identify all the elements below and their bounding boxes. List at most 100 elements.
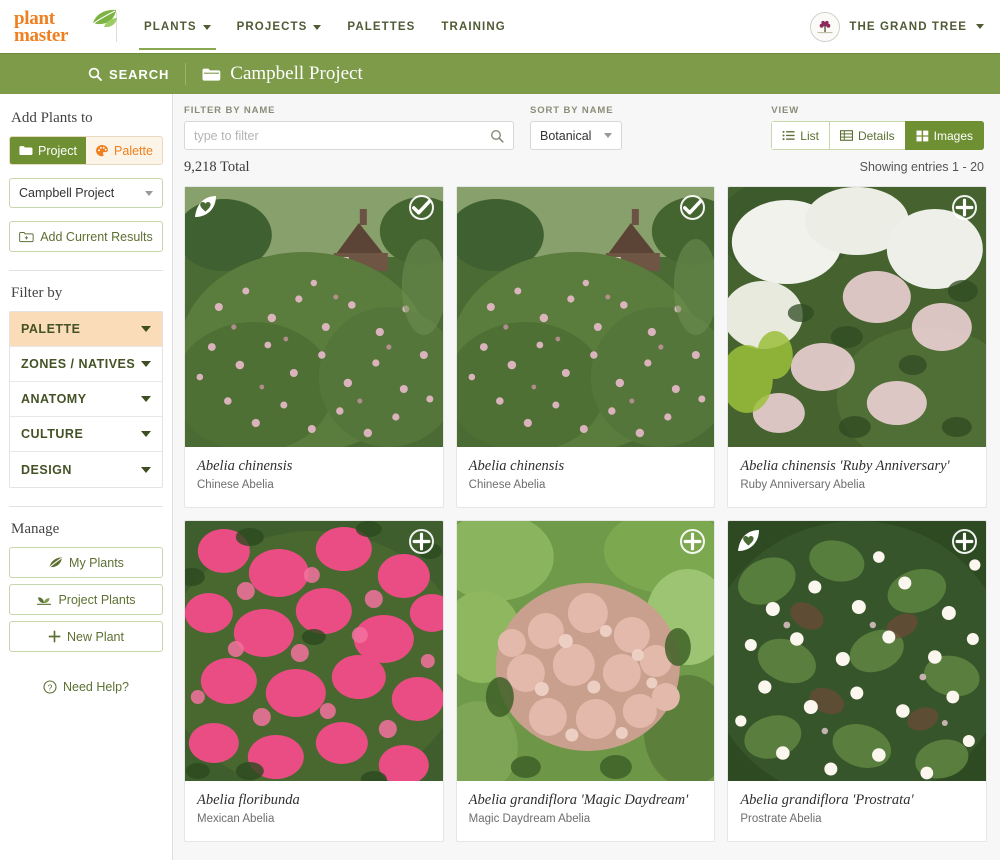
view-button-images[interactable]: Images bbox=[904, 121, 984, 150]
filter-category-palette-label: PALETTE bbox=[21, 322, 81, 336]
main-content: FILTER BY NAME SORT BY NAME Botanical bbox=[173, 94, 1000, 860]
nav-item-plants-label: PLANTS bbox=[144, 21, 197, 33]
toggle-project-label: Project bbox=[38, 143, 77, 158]
view-button-images-label: Images bbox=[933, 128, 973, 143]
avatar bbox=[810, 11, 841, 42]
view-button-list[interactable]: List bbox=[771, 121, 829, 150]
add-to-project-badge[interactable] bbox=[680, 529, 706, 554]
add-target-toggle: Project Palette bbox=[9, 136, 163, 165]
plus-icon bbox=[683, 532, 702, 551]
plant-photo bbox=[185, 521, 443, 781]
chevron-down-icon bbox=[141, 466, 151, 473]
results-counts: 9,218 Total Showing entries 1 - 20 bbox=[173, 150, 1000, 176]
plant-botanical-name: Abelia chinensis bbox=[197, 458, 293, 474]
plant-card[interactable]: Abelia chinensis Chinese Abelia bbox=[184, 186, 444, 508]
nav-item-palettes-label: PALETTES bbox=[347, 21, 416, 33]
plant-botanical-name: Abelia grandiflora 'Magic Daydream' bbox=[468, 792, 689, 808]
project-select[interactable]: Campbell Project bbox=[9, 178, 163, 208]
plant-common-name: Ruby Anniversary Abelia bbox=[740, 479, 865, 491]
toggle-palette[interactable]: Palette bbox=[86, 137, 162, 164]
search-input-wrapper[interactable] bbox=[184, 121, 514, 150]
add-to-project-badge[interactable] bbox=[680, 195, 706, 220]
chevron-down-icon bbox=[141, 431, 151, 437]
need-help-label: Need Help? bbox=[62, 680, 129, 694]
plant-card[interactable]: Abelia floribunda Mexican Abelia bbox=[184, 520, 444, 842]
nav-item-plants[interactable]: PLANTS bbox=[131, 3, 224, 50]
plus-icon bbox=[955, 532, 974, 551]
view-toggle-group: List Details Images bbox=[771, 121, 984, 150]
plant-botanical-name: Abelia chinensis 'Ruby Anniversary' bbox=[740, 458, 950, 474]
my-plants-badge-icon[interactable] bbox=[193, 194, 218, 219]
view-button-details[interactable]: Details bbox=[828, 121, 905, 150]
plant-card[interactable]: Abelia grandiflora 'Magic Daydream' Magi… bbox=[455, 520, 716, 842]
filter-category-palette[interactable]: PALETTE bbox=[10, 312, 162, 347]
plant-card-grid: Abelia chinensis Chinese Abelia Abelia c… bbox=[173, 176, 1000, 842]
plant-caption: Abelia grandiflora 'Magic Daydream' Magi… bbox=[457, 781, 715, 841]
context-bar-divider bbox=[185, 63, 187, 85]
view-label: VIEW bbox=[771, 105, 800, 116]
plant-common-name: Mexican Abelia bbox=[197, 813, 275, 825]
nav-item-palettes[interactable]: PALETTES bbox=[334, 3, 428, 50]
current-project[interactable]: Campbell Project bbox=[202, 63, 363, 85]
view-group-wrapper: VIEW List Details Images bbox=[771, 105, 984, 150]
check-icon bbox=[411, 199, 431, 215]
plant-card[interactable]: Abelia chinensis 'Ruby Anniversary' Ruby… bbox=[727, 186, 987, 508]
nav-item-projects[interactable]: PROJECTS bbox=[224, 3, 335, 50]
sort-select[interactable]: Botanical bbox=[530, 121, 622, 150]
toggle-project[interactable]: Project bbox=[10, 137, 86, 164]
plant-photo bbox=[456, 187, 715, 447]
folder-plus-icon bbox=[19, 231, 34, 242]
add-to-project-badge[interactable] bbox=[408, 195, 434, 220]
filter-by-name-label: FILTER BY NAME bbox=[184, 105, 276, 116]
results-toolbar: FILTER BY NAME SORT BY NAME Botanical bbox=[173, 94, 1000, 150]
plus-icon bbox=[412, 532, 431, 551]
my-plants-badge-icon[interactable] bbox=[736, 528, 761, 553]
need-help-link[interactable]: ? Need Help? bbox=[0, 680, 172, 694]
nav-item-training[interactable]: TRAINING bbox=[428, 3, 518, 50]
sort-by-name-label: SORT BY NAME bbox=[530, 105, 614, 116]
add-to-project-badge[interactable] bbox=[408, 529, 434, 554]
plantmaster-logo[interactable]: plant master bbox=[14, 9, 117, 45]
page-body: Add Plants to Project Palette Campbell P… bbox=[0, 94, 1000, 860]
table-icon bbox=[839, 130, 853, 141]
svg-text:?: ? bbox=[48, 682, 53, 692]
add-current-results-label: Add Current Results bbox=[40, 229, 153, 244]
add-to-project-badge[interactable] bbox=[951, 529, 977, 554]
chevron-down-icon bbox=[145, 190, 153, 196]
filter-category-design[interactable]: DESIGN bbox=[10, 452, 162, 487]
plant-caption: Abelia grandiflora 'Prostrata' Prostrate… bbox=[728, 781, 986, 841]
palette-icon bbox=[96, 144, 108, 156]
question-circle-icon: ? bbox=[43, 680, 57, 694]
filter-category-zones-natives[interactable]: ZONES / NATIVES bbox=[10, 347, 162, 382]
search-button[interactable]: SEARCH bbox=[88, 67, 169, 82]
seedling-icon bbox=[37, 597, 52, 605]
account-menu[interactable]: THE GRAND TREE bbox=[810, 11, 984, 42]
plant-caption: Abelia chinensis Chinese Abelia bbox=[457, 447, 715, 507]
leaf-icon bbox=[90, 9, 118, 29]
plant-caption: Abelia floribunda Mexican Abelia bbox=[185, 781, 443, 841]
add-current-results-button[interactable]: Add Current Results bbox=[9, 221, 163, 252]
my-plants-button[interactable]: My Plants bbox=[9, 547, 163, 578]
filter-category-zones-natives-label: ZONES / NATIVES bbox=[21, 357, 136, 371]
account-name: THE GRAND TREE bbox=[849, 20, 967, 33]
toggle-palette-label: Palette bbox=[114, 143, 153, 158]
plant-card[interactable]: Abelia grandiflora 'Prostrata' Prostrate… bbox=[727, 520, 987, 842]
project-select-value: Campbell Project bbox=[19, 186, 115, 200]
grid-icon bbox=[916, 130, 928, 141]
filter-by-heading: Filter by bbox=[11, 285, 63, 301]
filter-by-name-group: FILTER BY NAME bbox=[184, 105, 514, 150]
search-icon bbox=[88, 67, 102, 81]
filter-category-design-label: DESIGN bbox=[21, 462, 72, 477]
top-navigation-bar: plant master PLANTS PROJECTS PALETTES TR… bbox=[0, 0, 1000, 53]
search-input[interactable] bbox=[194, 128, 490, 143]
folder-icon bbox=[19, 146, 33, 155]
my-plants-label: My Plants bbox=[69, 555, 124, 570]
filter-category-culture[interactable]: CULTURE bbox=[10, 417, 162, 452]
filter-category-anatomy[interactable]: ANATOMY bbox=[10, 382, 162, 417]
project-plants-button[interactable]: Project Plants bbox=[9, 584, 163, 615]
plant-card[interactable]: Abelia chinensis Chinese Abelia bbox=[455, 186, 716, 508]
plus-icon bbox=[48, 630, 61, 643]
new-plant-button[interactable]: New Plant bbox=[9, 621, 163, 652]
context-bar: SEARCH Campbell Project bbox=[0, 53, 1000, 104]
add-to-project-badge[interactable] bbox=[951, 195, 977, 220]
